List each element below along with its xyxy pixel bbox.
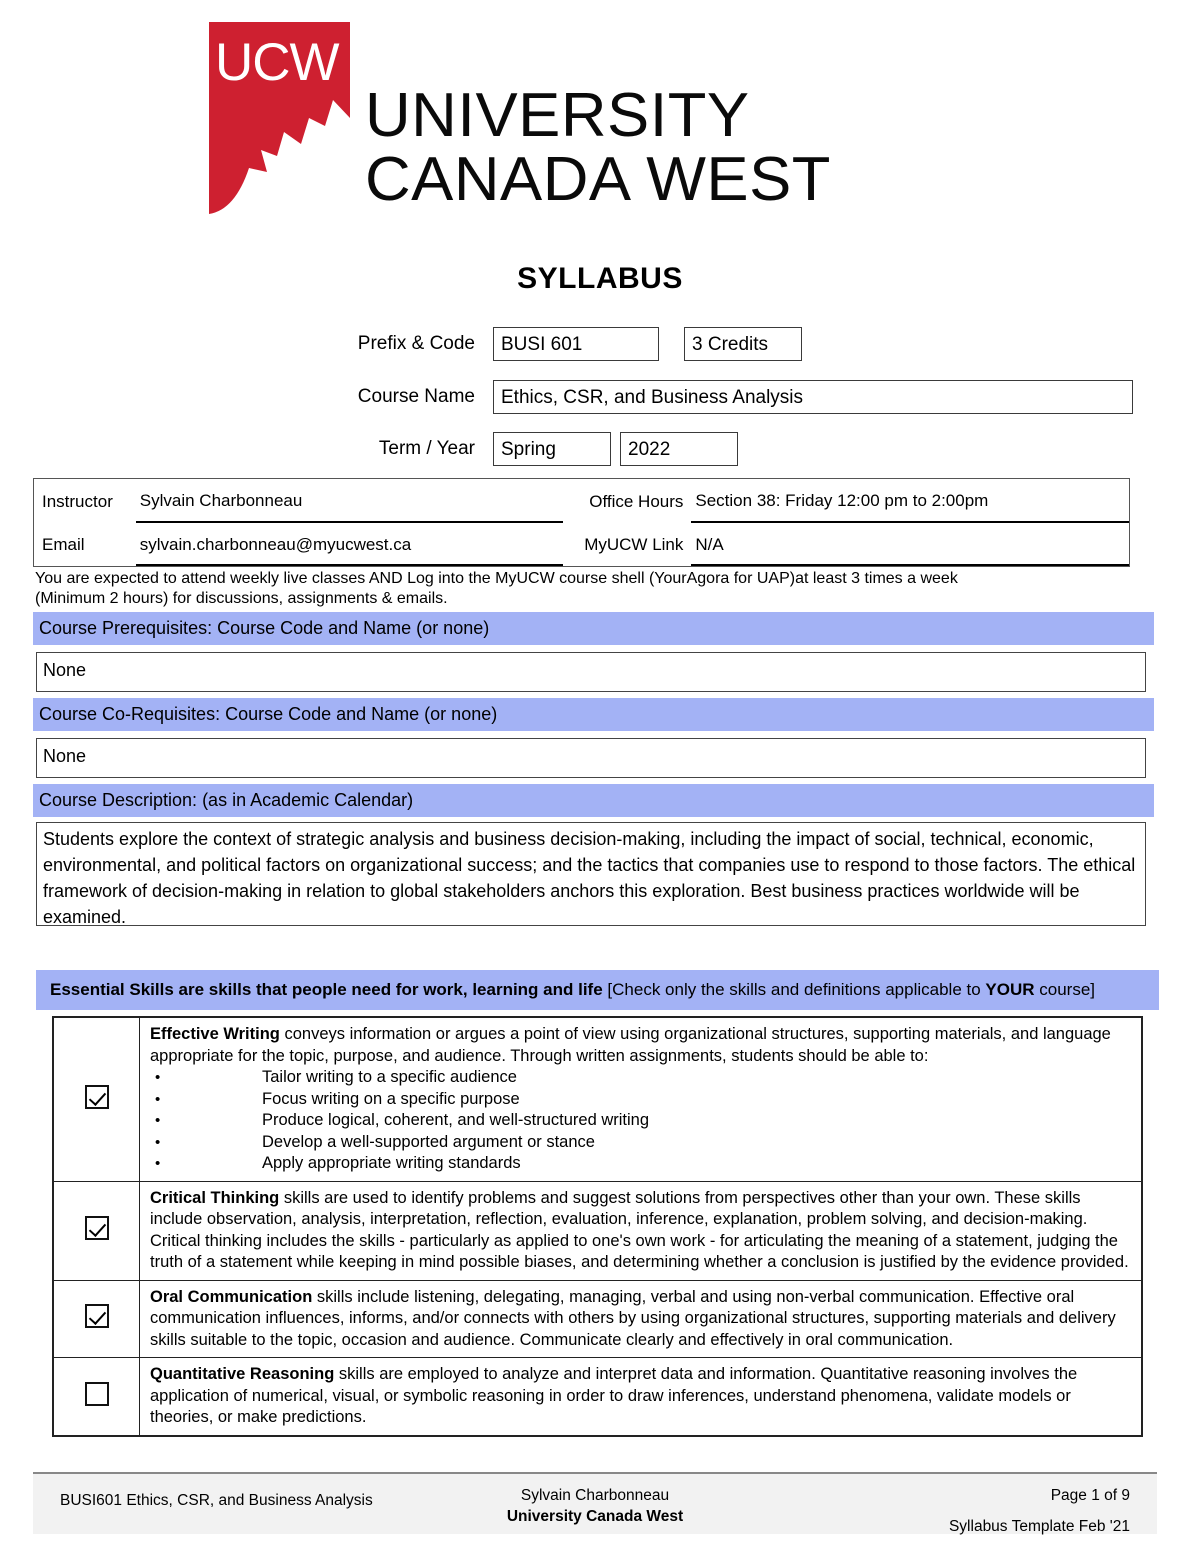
essential-skills-banner-your: YOUR: [985, 980, 1035, 999]
list-item: Apply appropriate writing standards: [150, 1153, 1129, 1175]
list-item: Tailor writing to a specific audience: [150, 1067, 1129, 1089]
essential-skills-banner-post: course]: [1034, 980, 1096, 999]
checked-checkbox-icon[interactable]: [84, 1304, 109, 1329]
corequisites-field[interactable]: None: [36, 738, 1146, 778]
skill-title: Critical Thinking: [150, 1188, 280, 1207]
skill-row: Effective Writing conveys information or…: [53, 1017, 1142, 1182]
myucw-link-value[interactable]: N/A: [691, 522, 1129, 566]
skill-row: Quantitative Reasoning skills are employ…: [53, 1357, 1142, 1436]
ucw-shield-icon: UCW: [205, 22, 350, 214]
skill-description-cell: Effective Writing conveys information or…: [139, 1017, 1142, 1182]
prerequisites-field[interactable]: None: [36, 652, 1146, 692]
office-hours-label: Office Hours: [589, 491, 684, 511]
skill-paragraph: Quantitative Reasoning skills are employ…: [150, 1364, 1129, 1429]
instructor-label: Instructor: [42, 491, 113, 511]
skill-body: conveys information or argues a point of…: [150, 1025, 1111, 1065]
page-title: SYLLABUS: [517, 262, 683, 295]
skill-checkbox-cell[interactable]: [53, 1279, 140, 1358]
ucw-logo: UCW UNIVERSITY CANADA WEST: [205, 22, 995, 222]
wordmark-line-2: CANADA WEST: [365, 145, 831, 214]
essential-skills-banner-bold: Essential Skills are skills that people …: [50, 980, 603, 999]
term-year-row: Term / Year Spring 2022: [313, 432, 738, 466]
skill-paragraph: Oral Communication skills include listen…: [150, 1287, 1129, 1352]
footer-right: Page 1 of 9 Syllabus Template Feb '21: [949, 1485, 1130, 1537]
essential-skills-table: Effective Writing conveys information or…: [52, 1016, 1143, 1437]
skill-checkbox-cell[interactable]: [53, 1180, 140, 1281]
term-field[interactable]: Spring: [493, 432, 611, 466]
footer-template: Syllabus Template Feb '21: [948, 1518, 1130, 1535]
table-row: Instructor Sylvain Charbonneau Office Ho…: [34, 479, 1129, 523]
essential-skills-banner-pre: [Check only the skills and definitions a…: [602, 980, 986, 999]
skill-title: Effective Writing: [150, 1025, 280, 1043]
skill-title: Oral Communication: [150, 1287, 313, 1306]
prefix-code-field[interactable]: BUSI 601: [493, 327, 659, 361]
course-name-row: Course Name Ethics, CSR, and Business An…: [313, 380, 1133, 414]
checked-checkbox-icon[interactable]: [84, 1216, 109, 1240]
skill-checkbox-cell[interactable]: [53, 1017, 140, 1182]
term-year-label: Term / Year: [378, 438, 475, 459]
wordmark-line-1: UNIVERSITY: [365, 81, 750, 150]
skill-description-cell: Oral Communication skills include listen…: [139, 1279, 1142, 1358]
attendance-note-line-1: You are expected to attend weekly live c…: [35, 570, 958, 587]
list-item: Focus writing on a specific purpose: [150, 1089, 1129, 1111]
skill-bullet-list: Tailor writing to a specific audienceFoc…: [150, 1067, 1129, 1175]
myucw-link-label: MyUCW Link: [584, 534, 684, 554]
attendance-note: You are expected to attend weekly live c…: [35, 569, 1135, 609]
instructor-info-table: Instructor Sylvain Charbonneau Office Ho…: [33, 478, 1130, 567]
footer-page-number: Page 1 of 9: [1050, 1487, 1130, 1504]
description-header: Course Description: (as in Academic Cale…: [33, 784, 1154, 817]
description-field[interactable]: Students explore the context of strategi…: [36, 822, 1146, 927]
list-item: Produce logical, coherent, and well-stru…: [150, 1110, 1129, 1132]
credits-field[interactable]: 3 Credits: [684, 327, 802, 361]
instructor-value[interactable]: Sylvain Charbonneau: [135, 479, 564, 523]
skill-description-cell: Critical Thinking skills are used to ide…: [139, 1180, 1142, 1281]
skill-title: Quantitative Reasoning: [150, 1365, 335, 1383]
svg-text:UCW: UCW: [215, 33, 340, 92]
unchecked-checkbox-icon[interactable]: [84, 1381, 109, 1406]
checked-checkbox-icon[interactable]: [84, 1084, 109, 1109]
prerequisites-header: Course Prerequisites: Course Code and Na…: [33, 612, 1154, 645]
email-value[interactable]: sylvain.charbonneau@myucwest.ca: [135, 522, 564, 566]
skill-description-cell: Quantitative Reasoning skills are employ…: [139, 1357, 1142, 1436]
course-name-label: Course Name: [357, 386, 475, 407]
essential-skills-banner: Essential Skills are skills that people …: [36, 970, 1159, 1010]
year-field[interactable]: 2022: [620, 432, 738, 466]
course-name-field[interactable]: Ethics, CSR, and Business Analysis: [493, 380, 1133, 414]
corequisites-header: Course Co-Requisites: Course Code and Na…: [33, 698, 1154, 731]
office-hours-value[interactable]: Section 38: Friday 12:00 pm to 2:00pm: [691, 479, 1129, 523]
skill-body: skills are used to identify problems and…: [150, 1188, 1129, 1272]
syllabus-page: UCW UNIVERSITY CANADA WEST SYLLABUS Pref…: [0, 0, 1200, 1553]
skill-paragraph: Critical Thinking skills are used to ide…: [150, 1188, 1129, 1274]
email-label: Email: [42, 534, 85, 554]
table-row: Email sylvain.charbonneau@myucwest.ca My…: [34, 522, 1129, 566]
prefix-code-row: Prefix & Code BUSI 601 3 Credits: [313, 327, 802, 361]
attendance-note-line-2: (Minimum 2 hours) for discussions, assig…: [35, 590, 448, 607]
prefix-code-label: Prefix & Code: [357, 333, 475, 354]
skill-row: Oral Communication skills include listen…: [53, 1279, 1142, 1358]
skill-paragraph: Effective Writing conveys information or…: [150, 1024, 1129, 1067]
skill-row: Critical Thinking skills are used to ide…: [53, 1180, 1142, 1281]
page-footer: BUSI601 Ethics, CSR, and Business Analys…: [33, 1472, 1157, 1537]
list-item: Develop a well-supported argument or sta…: [150, 1132, 1129, 1154]
skill-checkbox-cell[interactable]: [53, 1357, 140, 1436]
ucw-wordmark: UNIVERSITY CANADA WEST: [365, 84, 985, 212]
